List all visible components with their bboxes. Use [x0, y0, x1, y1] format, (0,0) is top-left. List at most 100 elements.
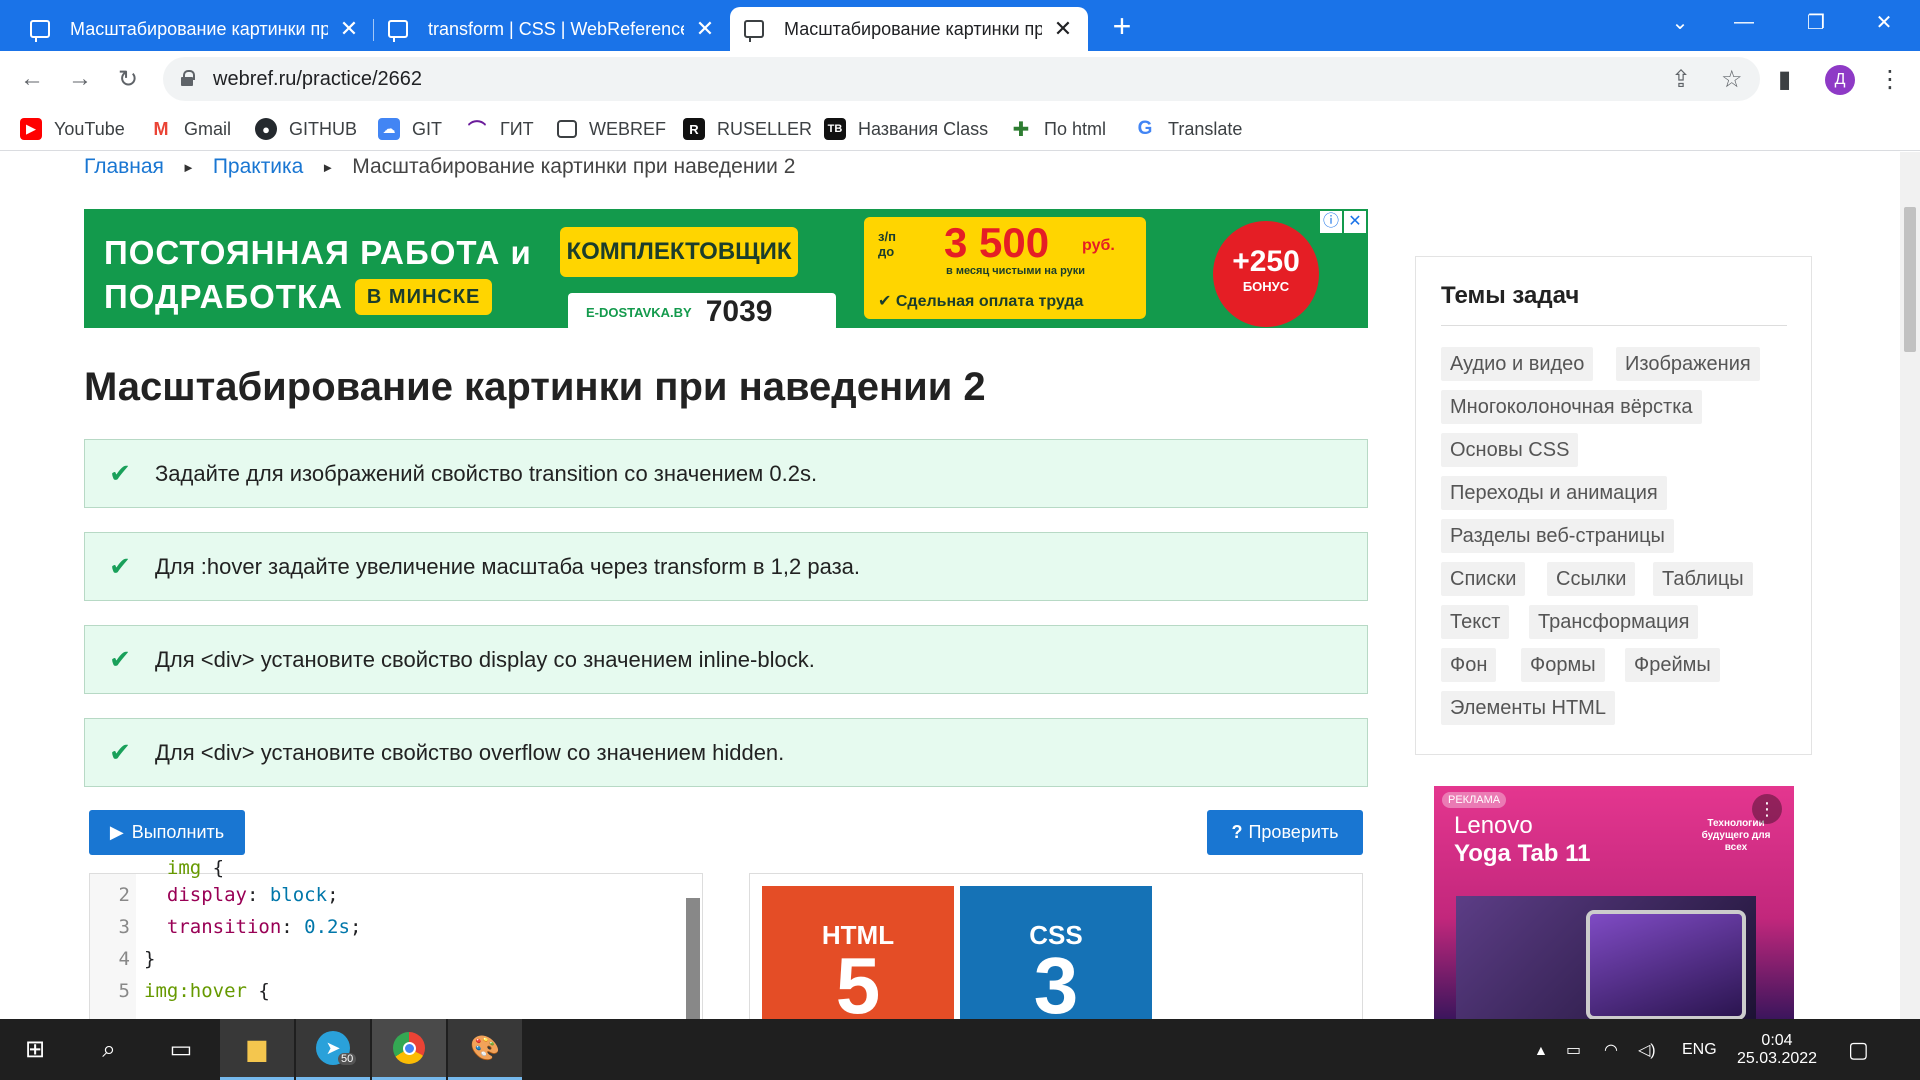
- tray-up-arrow-icon[interactable]: ▲: [1534, 1019, 1548, 1080]
- tab-close-icon[interactable]: ✕: [338, 16, 360, 42]
- task-item: ✔ Для <div> установите свойство overflow…: [84, 718, 1368, 787]
- scrollbar-thumb[interactable]: [1904, 207, 1916, 352]
- topic-chip[interactable]: Фон: [1441, 648, 1497, 682]
- search-icon[interactable]: ⌕: [76, 1019, 142, 1080]
- lock-icon[interactable]: [181, 70, 195, 86]
- git-icon: ☁: [378, 118, 400, 140]
- tab-strip: Масштабирование картинки при наведении 2…: [0, 0, 1920, 51]
- ad-pay-type-text: Сдельная оплата труда: [895, 293, 1084, 310]
- play-icon: ▶: [109, 822, 124, 842]
- bookmark-git[interactable]: ☁ GIT: [378, 116, 442, 142]
- page-scrollbar[interactable]: [1900, 152, 1920, 1019]
- css-property: display: [166, 884, 247, 906]
- check-icon: ✔: [109, 644, 131, 674]
- volume-icon[interactable]: ◁): [1638, 1019, 1656, 1080]
- side-panel-icon[interactable]: ▮: [1778, 65, 1791, 94]
- topic-chip[interactable]: Списки: [1441, 562, 1526, 596]
- lenovo-ad[interactable]: РЕКЛАМА Lenovo Yoga Tab 11 Технологии бу…: [1434, 786, 1794, 1019]
- reload-icon[interactable]: ↻: [108, 59, 148, 99]
- forward-icon[interactable]: →: [60, 59, 100, 99]
- topic-chip[interactable]: Переходы и анимация: [1441, 476, 1667, 510]
- minimize-icon[interactable]: —: [1716, 0, 1772, 44]
- topic-chip[interactable]: Текст: [1441, 605, 1510, 639]
- topic-chip[interactable]: Основы CSS: [1441, 433, 1579, 467]
- topic-chip[interactable]: Фреймы: [1625, 648, 1720, 682]
- breadcrumb-practice-link[interactable]: Практика: [213, 155, 304, 179]
- topic-chip[interactable]: Формы: [1521, 648, 1605, 682]
- bookmark-webref[interactable]: WEBREF: [557, 116, 666, 142]
- bookmark-html[interactable]: ✚ По html: [1010, 116, 1106, 142]
- bookmark-github[interactable]: ● GITHUB: [255, 116, 357, 142]
- ad-info-icon[interactable]: ⓘ: [1320, 211, 1342, 233]
- bookmark-youtube[interactable]: ▶ YouTube: [20, 116, 125, 142]
- menu-icon[interactable]: ⋮: [1878, 65, 1902, 94]
- ad-banner[interactable]: ПОСТОЯННАЯ РАБОТА и ПОДРАБОТКА В МИНСКЕ …: [84, 209, 1368, 328]
- topic-chip[interactable]: Таблицы: [1653, 562, 1753, 596]
- address-bar[interactable]: webref.ru/practice/2662 ⇪ ☆: [163, 57, 1760, 101]
- tab-2[interactable]: transform | CSS | WebReference ✕: [374, 7, 730, 51]
- topic-chip[interactable]: Ссылки: [1547, 562, 1636, 596]
- code-editor[interactable]: img { 2 display: block; 3 transition: 0.…: [89, 857, 703, 1019]
- tab-3-active[interactable]: Масштабирование картинки при наведении 2…: [730, 7, 1088, 51]
- windows-start-icon[interactable]: ⊞: [2, 1019, 68, 1080]
- restore-icon[interactable]: ❐: [1788, 0, 1844, 44]
- ad-bonus-label: БОНУС: [1242, 279, 1290, 294]
- close-window-icon[interactable]: ✕: [1856, 0, 1912, 44]
- topic-chip[interactable]: Многоколоночная вёрстка: [1441, 390, 1702, 424]
- url-text[interactable]: webref.ru/practice/2662: [213, 68, 422, 91]
- code-line: 4}: [90, 943, 156, 975]
- bookmark-label: GIT: [412, 118, 442, 139]
- bookmark-label: По html: [1044, 118, 1106, 139]
- ad2-more-icon[interactable]: ⋮: [1752, 794, 1782, 824]
- paint-icon[interactable]: 🎨: [448, 1019, 522, 1080]
- google-icon: G: [1134, 118, 1156, 140]
- back-icon[interactable]: ←: [12, 59, 52, 99]
- wifi-icon[interactable]: ◠: [1604, 1019, 1618, 1080]
- clock[interactable]: 0:04 25.03.2022: [1734, 1019, 1820, 1080]
- tb-icon: TB: [824, 118, 846, 140]
- file-explorer-icon[interactable]: ▆: [220, 1019, 294, 1080]
- ad2-brand: Lenovo: [1454, 812, 1533, 839]
- telegram-icon[interactable]: ➤ 50: [296, 1019, 370, 1080]
- ruseller-icon: R: [683, 118, 705, 140]
- bookmark-ruseller[interactable]: R RUSELLER: [683, 116, 812, 142]
- chrome-icon[interactable]: [372, 1019, 446, 1080]
- breadcrumb-arrow-icon: ►: [321, 159, 335, 175]
- battery-icon[interactable]: ▭: [1566, 1019, 1581, 1080]
- bookmark-star-icon[interactable]: ☆: [1721, 65, 1743, 94]
- task-text: Для :hover задайте увеличение масштаба ч…: [155, 553, 861, 579]
- topic-chip[interactable]: Элементы HTML: [1441, 691, 1615, 725]
- topic-chip[interactable]: Изображения: [1616, 347, 1760, 381]
- windows-taskbar: ⊞ ⌕ ▭ ▆ ➤ 50 🎨 ▲ ▭ ◠ ◁) ENG 0:04 25.03.2…: [0, 1019, 1920, 1080]
- share-icon[interactable]: ⇪: [1671, 65, 1691, 94]
- tab-search-icon[interactable]: ⌄: [1652, 0, 1708, 44]
- chrome-logo: [393, 1032, 425, 1064]
- result-preview: HTML 5 CSS 3: [749, 873, 1363, 1019]
- check-button[interactable]: ? Проверить: [1207, 810, 1363, 855]
- editor-scrollbar[interactable]: [686, 898, 700, 1019]
- ad-job: КОМПЛЕКТОВЩИК: [560, 227, 798, 277]
- bookmark-label: WEBREF: [589, 118, 667, 139]
- topic-chip[interactable]: Разделы веб-страницы: [1441, 519, 1674, 553]
- bookmark-gmail[interactable]: M Gmail: [150, 116, 231, 142]
- notifications-icon[interactable]: ▢: [1848, 1019, 1869, 1080]
- tab-1[interactable]: Масштабирование картинки при наведении 2…: [16, 7, 374, 51]
- code-line: 2 display: block;: [90, 879, 339, 911]
- run-button[interactable]: ▶ Выполнить: [89, 810, 245, 855]
- topic-chip[interactable]: Трансформация: [1529, 605, 1699, 639]
- topic-chip[interactable]: Аудио и видео: [1441, 347, 1594, 381]
- ad-close-icon[interactable]: ✕: [1344, 211, 1366, 233]
- bookmark-translate[interactable]: G Translate: [1134, 116, 1242, 142]
- profile-avatar[interactable]: Д: [1825, 65, 1855, 95]
- bookmark-class-names[interactable]: TB Названия Class: [824, 116, 988, 142]
- language-indicator[interactable]: ENG: [1682, 1019, 1717, 1080]
- bookmarks-bar: ▶ YouTube M Gmail ● GITHUB ☁ GIT ⌒ ГИТ W…: [0, 107, 1920, 151]
- new-tab-button[interactable]: +: [1104, 8, 1140, 45]
- ad-code: 7039: [705, 295, 773, 328]
- tab-close-icon[interactable]: ✕: [694, 16, 716, 42]
- tab-close-icon[interactable]: ✕: [1052, 16, 1074, 42]
- breadcrumb-home-link[interactable]: Главная: [84, 155, 164, 179]
- bookmark-git-ru[interactable]: ⌒ ГИТ: [466, 116, 534, 142]
- task-view-icon[interactable]: ▭: [148, 1019, 214, 1080]
- run-button-label: Выполнить: [131, 822, 225, 842]
